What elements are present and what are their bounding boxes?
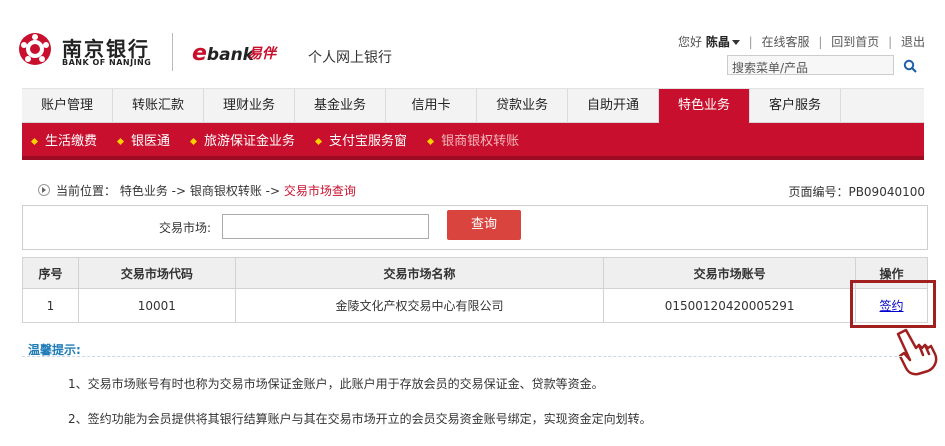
bank-logo[interactable]: 南京银行 BANK OF NANJING — [18, 30, 178, 74]
breadcrumb-current: 交易市场查询 — [283, 184, 356, 198]
nav-item-account[interactable]: 账户管理 — [22, 89, 113, 123]
page-number: 页面编号：PB09040100 — [788, 185, 925, 199]
table-row: 1 10001 金陵文化产权交易中心有限公司 01500120420005291… — [22, 288, 928, 323]
query-button[interactable]: 查询 — [447, 210, 521, 240]
cell-index: 1 — [22, 288, 79, 323]
nav-item-featured[interactable]: 特色业务 — [659, 89, 750, 123]
nav-item-loan[interactable]: 贷款业务 — [477, 89, 568, 123]
top-links: 您好 陈晶 | 在线客服 | 回到首页 | 退出 — [677, 33, 925, 50]
breadcrumb-label: 当前位置： — [56, 184, 117, 198]
main-nav: 账户管理 转账汇款 理财业务 基金业务 信用卡 贷款业务 自助开通 特色业务 客… — [22, 88, 924, 123]
tips-divider — [22, 356, 902, 357]
nav-item-transfer[interactable]: 转账汇款 — [113, 89, 204, 123]
logout-link[interactable]: 退出 — [901, 33, 925, 50]
pointing-hand-icon — [896, 328, 938, 376]
search-icon[interactable] — [903, 59, 917, 73]
nav-item-wealth[interactable]: 理财业务 — [204, 89, 295, 123]
online-service-link[interactable]: 在线客服 — [762, 33, 810, 50]
chevron-down-icon — [731, 40, 740, 45]
tip-item: 1、交易市场账号有时也称为交易市场保证金账户，此账户用于存放会员的交易保证金、贷… — [68, 377, 604, 391]
search-input[interactable]: 搜索菜单/产品 — [727, 55, 894, 75]
sub-nav: 生活缴费 银医通 旅游保证金业务 支付宝服务窗 银商银权转账 — [22, 123, 924, 160]
header: 南京银行 BANK OF NANJING ebank 易伴 个人网上银行 您好 … — [0, 0, 945, 88]
highlight-box — [850, 280, 936, 328]
sub-item-medical[interactable]: 银医通 — [116, 130, 170, 149]
col-header-index: 序号 — [22, 257, 79, 289]
bullet-icon — [116, 137, 125, 146]
breadcrumb: 当前位置： 特色业务 -> 银商银权转账 -> 交易市场查询 — [38, 182, 356, 199]
bank-name-en: BANK OF NANJING — [62, 58, 152, 67]
cell-market-name: 金陵文化产权交易中心有限公司 — [234, 288, 605, 323]
location-arrow-icon — [38, 184, 50, 196]
breadcrumb-path: 特色业务 -> 银商银权转账 -> — [119, 184, 281, 198]
logo-divider — [172, 33, 173, 71]
sub-item-travel-deposit[interactable]: 旅游保证金业务 — [189, 130, 295, 149]
user-menu[interactable]: 陈晶 — [706, 33, 740, 50]
ebank-brand-cn: 易伴 — [248, 46, 276, 62]
nav-item-fund[interactable]: 基金业务 — [295, 89, 386, 123]
ebank-brand: ebank — [192, 41, 254, 66]
service-title: 个人网上银行 — [308, 50, 392, 66]
col-header-market-name: 交易市场名称 — [234, 257, 605, 289]
home-link[interactable]: 回到首页 — [831, 33, 879, 50]
market-label: 交易市场: — [159, 221, 212, 235]
greeting: 您好 — [677, 35, 702, 49]
market-input[interactable] — [222, 214, 429, 239]
sub-item-alipay[interactable]: 支付宝服务窗 — [315, 130, 407, 149]
sub-item-life-payment[interactable]: 生活缴费 — [30, 130, 97, 149]
nav-item-credit-card[interactable]: 信用卡 — [386, 89, 477, 123]
market-table: 序号 交易市场代码 交易市场名称 交易市场账号 操作 1 10001 金陵文化产… — [22, 257, 928, 323]
bullet-icon — [189, 137, 198, 146]
bank-emblem-icon — [19, 33, 51, 65]
col-header-market-code: 交易市场代码 — [77, 257, 236, 289]
cell-market-code: 10001 — [77, 288, 236, 323]
table-header-row: 序号 交易市场代码 交易市场名称 交易市场账号 操作 — [22, 257, 928, 289]
cell-market-account: 01500120420005291 — [603, 288, 857, 323]
bullet-icon — [30, 137, 39, 146]
col-header-market-account: 交易市场账号 — [603, 257, 857, 289]
nav-item-customer-service[interactable]: 客户服务 — [750, 89, 841, 123]
query-panel: 交易市场: 查询 — [22, 205, 928, 250]
ebank-logo: ebank 易伴 — [190, 36, 290, 68]
tip-item: 2、签约功能为会员提供将其银行结算账户与其在交易市场开立的会员交易资金账号绑定，… — [68, 412, 652, 426]
bullet-icon — [315, 137, 323, 146]
sub-item-bank-securities-transfer[interactable]: 银商银权转账 — [427, 130, 519, 149]
bullet-icon — [427, 137, 435, 146]
nav-item-self-service[interactable]: 自助开通 — [568, 89, 659, 123]
